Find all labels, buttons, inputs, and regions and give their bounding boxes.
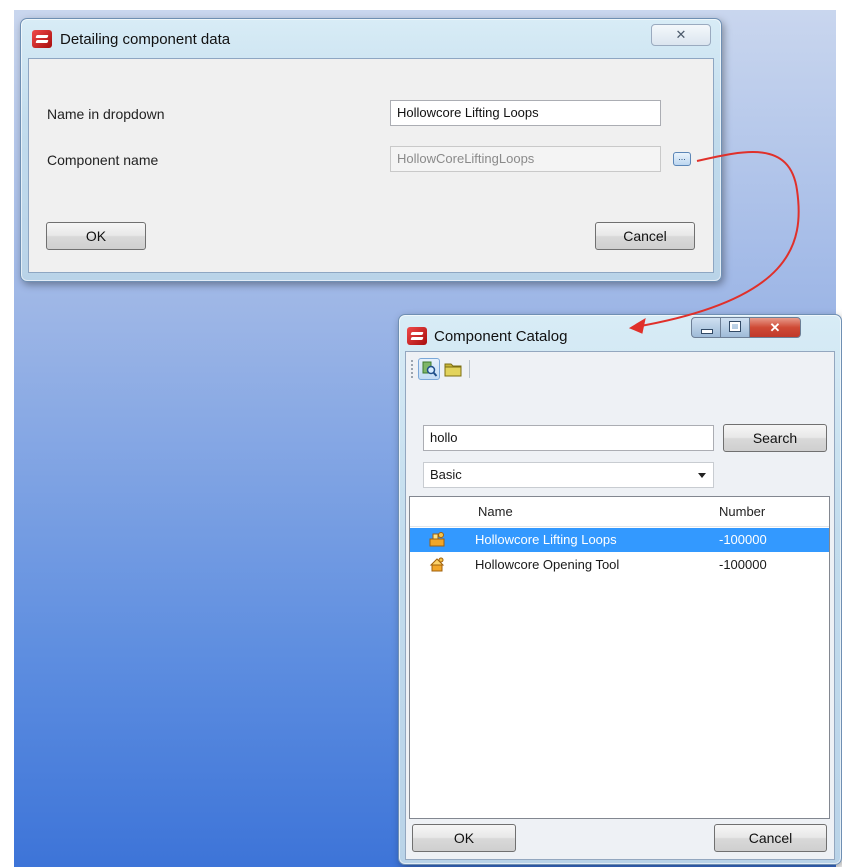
annotation-arrow [628, 151, 800, 334]
